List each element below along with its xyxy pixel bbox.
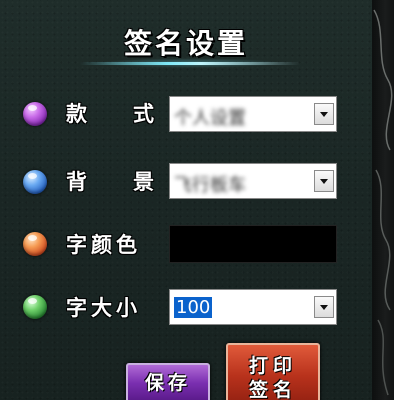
calligraphy-background-edge	[372, 0, 394, 400]
background-select-value: 飞行板车	[174, 175, 246, 196]
style-label-char-2: 式	[133, 102, 155, 126]
calligraphy-decoration-icon	[373, 9, 393, 396]
font-size-value-text: 100	[174, 297, 213, 318]
font-size-select-value: 100	[174, 297, 306, 318]
chevron-down-icon[interactable]	[314, 103, 334, 125]
print-signature-button[interactable]: 打印 签名	[226, 343, 320, 400]
background-label-char-1: 背	[66, 170, 88, 194]
chevron-down-icon[interactable]	[314, 296, 334, 318]
save-button[interactable]: 保存	[126, 363, 210, 400]
style-label-char-1: 款	[66, 102, 88, 126]
font-size-select[interactable]: 100	[169, 289, 337, 325]
print-button-label-line-1: 打印	[248, 355, 297, 377]
background-select[interactable]: 飞行板车	[169, 163, 337, 199]
orange-orb-icon	[23, 232, 47, 256]
print-button-label-line-2: 签名	[248, 379, 297, 400]
font-color-swatch[interactable]	[169, 225, 337, 263]
background-label-char-2: 景	[133, 170, 155, 194]
green-orb-icon	[23, 295, 47, 319]
signature-settings-panel: 签名设置 款 式 个人设置 背 景 飞行板车 字颜色 字大小 100 保存 打印…	[0, 0, 372, 400]
panel-title: 签名设置	[123, 27, 248, 60]
purple-orb-icon	[23, 102, 47, 126]
chevron-down-icon[interactable]	[314, 170, 334, 192]
style-select[interactable]: 个人设置	[169, 96, 337, 132]
font-color-label: 字颜色	[66, 233, 141, 257]
font-size-label: 字大小	[66, 296, 141, 320]
blue-orb-icon	[23, 170, 47, 194]
style-select-value: 个人设置	[174, 108, 246, 129]
title-underline	[80, 62, 300, 65]
